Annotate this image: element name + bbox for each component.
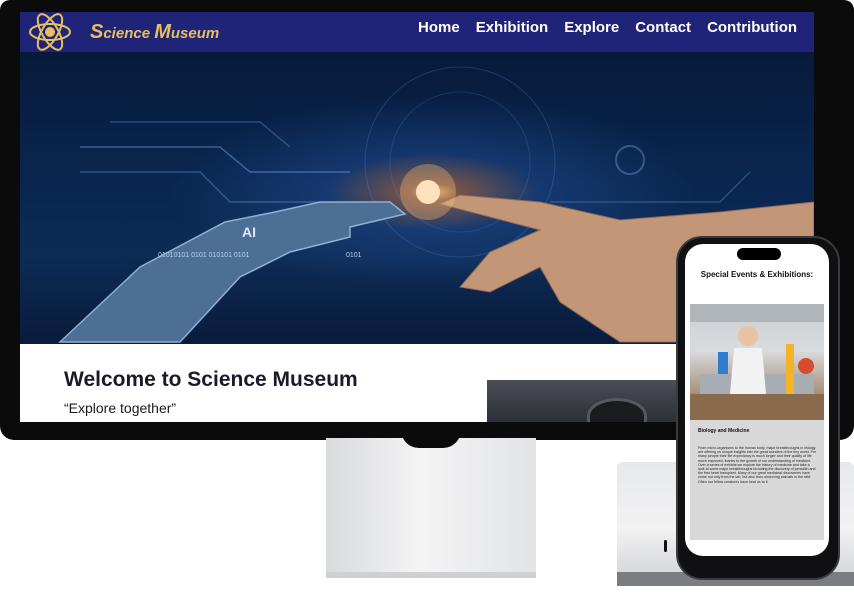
nav-exhibition[interactable]: Exhibition xyxy=(468,19,557,36)
lab-photo xyxy=(690,304,824,420)
stand-base xyxy=(326,572,536,578)
atom-logo-icon[interactable] xyxy=(26,12,74,54)
event-card[interactable]: Biology and Medicine From micro-organism… xyxy=(690,420,824,540)
event-card-description: From micro-organisms to the human body, … xyxy=(698,446,816,484)
hero-ai-label: AI xyxy=(242,224,256,240)
welcome-tagline: “Explore together” xyxy=(64,400,177,416)
stand-hinge xyxy=(401,430,461,448)
phone-screen: Special Events & Exhibitions: Biology an… xyxy=(685,244,829,556)
hero-binary-left: 01010101 0101 010101 0101 xyxy=(158,252,250,259)
welcome-title: Welcome to Science Museum xyxy=(64,368,358,391)
event-card-title: Biology and Medicine xyxy=(698,428,750,434)
nav-contribution[interactable]: Contribution xyxy=(699,19,805,36)
nav-links: Home Exhibition Explore Contact Contribu… xyxy=(410,12,805,42)
nav-home[interactable]: Home xyxy=(410,19,468,36)
phone-dynamic-island xyxy=(737,248,781,260)
nav-contact[interactable]: Contact xyxy=(627,19,699,36)
telescope-image xyxy=(487,380,687,422)
tower-port xyxy=(664,540,667,552)
lab-illustration xyxy=(690,304,824,420)
navbar: Science Museum Home Exhibition Explore C… xyxy=(20,12,814,52)
brand-name[interactable]: Science Museum xyxy=(90,21,219,44)
nav-explore[interactable]: Explore xyxy=(556,19,627,36)
monitor-stand xyxy=(326,438,536,578)
hero-binary-right: 0101 xyxy=(346,252,362,259)
events-heading: Special Events & Exhibitions: xyxy=(700,270,814,279)
telescope-lens xyxy=(587,398,647,422)
